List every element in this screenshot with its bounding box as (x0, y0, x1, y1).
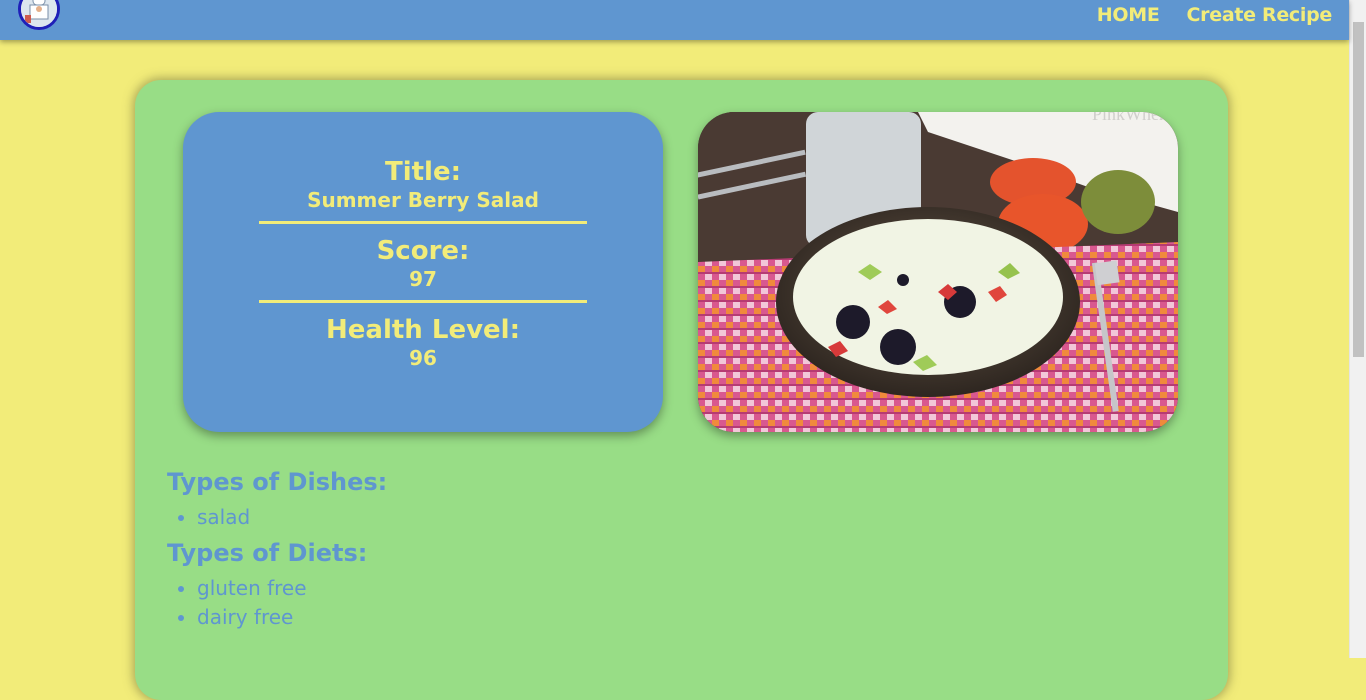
list-item: gluten free (197, 574, 387, 603)
page-scrollbar[interactable] (1349, 0, 1366, 658)
nav-home-link[interactable]: HOME (1097, 4, 1160, 26)
recipe-info-box: Title: Summer Berry Salad Score: 97 Heal… (183, 112, 663, 432)
recipe-image: PinkWhen (698, 112, 1178, 432)
diets-heading: Types of Diets: (167, 539, 368, 567)
diets-list: gluten free dairy free (167, 574, 387, 632)
health-level-label: Health Level: (326, 315, 520, 345)
list-item: salad (197, 503, 387, 532)
dishes-heading: Types of Dishes: (167, 468, 388, 496)
recipe-title: Summer Berry Salad (307, 188, 539, 212)
nav-create-recipe-link[interactable]: Create Recipe (1187, 4, 1333, 26)
list-item: dairy free (197, 603, 387, 632)
recipe-detail-card: Title: Summer Berry Salad Score: 97 Heal… (135, 80, 1228, 700)
chef-logo-icon[interactable] (18, 0, 60, 30)
image-watermark: PinkWhen (1092, 112, 1168, 124)
score-value: 97 (409, 267, 437, 291)
navbar: HOME Create Recipe (0, 0, 1349, 40)
title-label: Title: (384, 157, 462, 187)
dishes-list: salad (167, 503, 387, 532)
scrollbar-thumb[interactable] (1353, 22, 1364, 357)
score-label: Score: (376, 236, 470, 266)
recipe-details: Types of Dishes: salad Types of Diets: g… (167, 465, 387, 636)
health-level-value: 96 (409, 346, 437, 370)
